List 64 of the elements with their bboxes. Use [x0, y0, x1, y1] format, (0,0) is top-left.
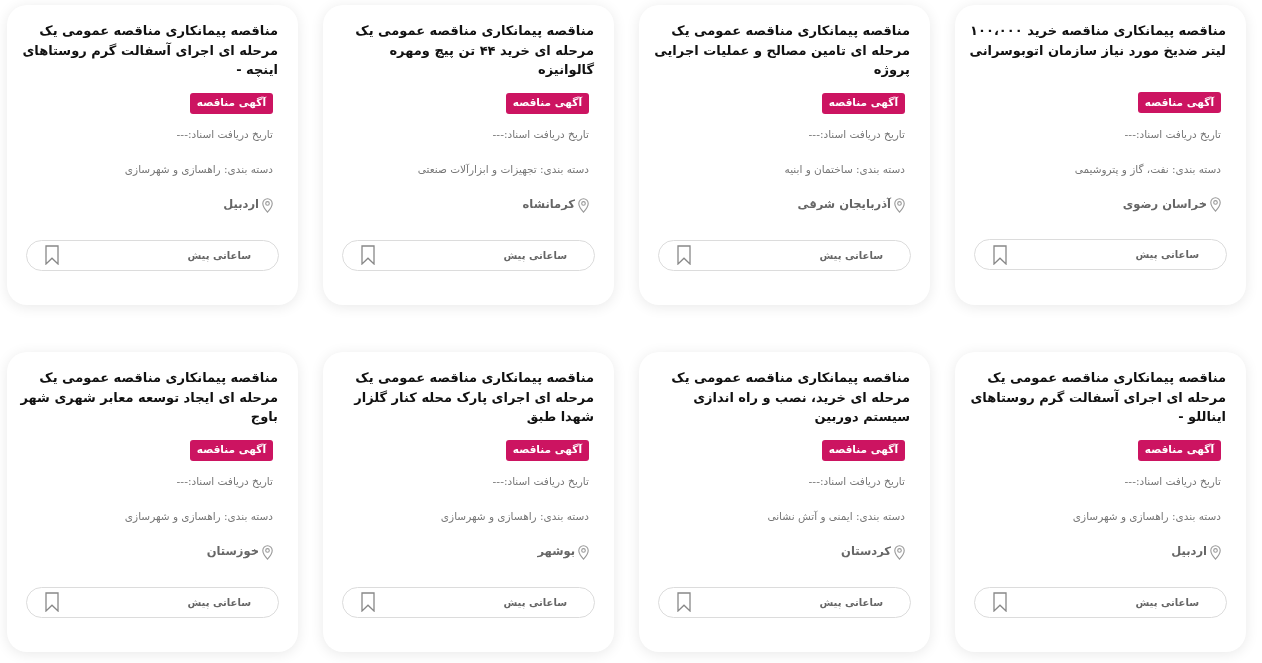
- bookmark-icon[interactable]: [361, 245, 375, 265]
- location-text: اردبیل: [1171, 543, 1207, 561]
- document-date-text: تاریخ دریافت اسناد:---: [176, 127, 273, 143]
- map-pin-icon: [578, 197, 589, 213]
- document-date-text: تاریخ دریافت اسناد:---: [492, 474, 589, 490]
- document-date-text: تاریخ دریافت اسناد:---: [1124, 474, 1221, 490]
- tender-title-link[interactable]: مناقصه پیمانکاری مناقصه عمومی یک مرحله ای اجرای پارک محله کنار گلزار شهدا طبق: [333, 368, 595, 427]
- map-pin-icon: [894, 197, 905, 213]
- tender-badge: آگهی مناقصه: [821, 439, 905, 461]
- tender-badge: آگهی مناقصه: [189, 439, 273, 461]
- tender-title-link[interactable]: مناقصه پیمانکاری مناقصه عمومی یک مرحله ای خرید، نصب و راه اندازی سیستم دوربین: [649, 368, 911, 427]
- tender-badge: آگهی مناقصه: [505, 439, 589, 461]
- tender-badge: آگهی مناقصه: [821, 92, 905, 114]
- map-pin-icon: [894, 544, 905, 560]
- category-text: دسته بندی: راهسازی و شهرسازی: [124, 509, 273, 525]
- posted-time-text: ساعاتی پیش: [1135, 595, 1199, 610]
- map-pin-icon: [1210, 544, 1221, 560]
- bookmark-icon[interactable]: [45, 592, 59, 612]
- location-text: آذربایجان شرقی: [797, 196, 891, 214]
- bookmark-icon[interactable]: [993, 244, 1007, 265]
- document-date-text: تاریخ دریافت اسناد:---: [808, 474, 905, 490]
- document-date-text: تاریخ دریافت اسناد:---: [492, 127, 589, 143]
- category-text: دسته بندی: ایمنی و آتش نشانی: [767, 509, 905, 525]
- tender-title-link[interactable]: مناقصه پیمانکاری مناقصه عمومی یک مرحله ای اجرای آسفالت گرم روستاهای ایناللو -: [965, 368, 1227, 427]
- document-date-text: تاریخ دریافت اسناد:---: [176, 474, 273, 490]
- posted-time-text: ساعاتی پیش: [503, 248, 567, 263]
- tender-badge: آگهی مناقصه: [1137, 92, 1221, 113]
- tender-badge: آگهی مناقصه: [189, 92, 273, 114]
- bookmark-icon[interactable]: [993, 592, 1007, 612]
- location-text: اردبیل: [223, 196, 259, 214]
- document-date-text: تاریخ دریافت اسناد:---: [1124, 126, 1221, 143]
- tender-title-link[interactable]: مناقصه پیمانکاری مناقصه عمومی یک مرحله ای تامین مصالح و عملیات اجرایی پروژه: [649, 21, 911, 80]
- document-date-text: تاریخ دریافت اسناد:---: [808, 127, 905, 143]
- location-text: کرمانشاه: [522, 196, 575, 214]
- bookmark-icon[interactable]: [677, 592, 691, 612]
- map-pin-icon: [1210, 197, 1221, 212]
- category-text: دسته بندی: تجهیزات و ابزارآلات صنعتی: [417, 162, 589, 178]
- location-text: کردستان: [841, 543, 891, 561]
- tender-badge: آگهی مناقصه: [505, 92, 589, 114]
- posted-time-text: ساعاتی پیش: [187, 595, 251, 610]
- category-text: دسته بندی: ساختمان و ابنیه: [784, 162, 905, 178]
- category-text: دسته بندی: راهسازی و شهرسازی: [440, 509, 589, 525]
- posted-time-text: ساعاتی پیش: [819, 248, 883, 263]
- bookmark-icon[interactable]: [677, 245, 691, 265]
- location-text: بوشهر: [537, 543, 575, 561]
- tender-badge: آگهی مناقصه: [1137, 439, 1221, 461]
- posted-time-text: ساعاتی پیش: [503, 595, 567, 610]
- bookmark-icon[interactable]: [45, 245, 59, 265]
- posted-time-text: ساعاتی پیش: [187, 248, 251, 263]
- posted-time-text: ساعاتی پیش: [1135, 248, 1199, 262]
- location-text: خوزستان: [206, 543, 259, 561]
- category-text: دسته بندی: راهسازی و شهرسازی: [1072, 509, 1221, 525]
- category-text: دسته بندی: راهسازی و شهرسازی: [124, 162, 273, 178]
- bookmark-icon[interactable]: [361, 592, 375, 612]
- posted-time-text: ساعاتی پیش: [819, 595, 883, 610]
- map-pin-icon: [262, 544, 273, 560]
- tender-title-link[interactable]: مناقصه پیمانکاری مناقصه عمومی یک مرحله ای ایجاد توسعه معابر شهری شهر باوج: [17, 368, 279, 427]
- tender-title-link[interactable]: مناقصه پیمانکاری مناقصه عمومی یک مرحله ای خرید ۴۴ تن پیچ ومهره گالوانیزه: [333, 21, 595, 80]
- category-text: دسته بندی: نفت، گاز و پتروشیمی: [1074, 161, 1221, 178]
- tender-title-link[interactable]: مناقصه پیمانکاری مناقصه عمومی یک مرحله ای اجرای آسفالت گرم روستاهای اینچه -: [17, 21, 279, 80]
- tender-title-link[interactable]: مناقصه پیمانکاری مناقصه خرید ۱۰۰،۰۰۰ لیتر ضدیخ مورد نیاز سازمان اتوبوسرانی: [965, 21, 1227, 60]
- map-pin-icon: [262, 197, 273, 213]
- map-pin-icon: [578, 544, 589, 560]
- location-text: خراسان رضوی: [1122, 195, 1207, 214]
